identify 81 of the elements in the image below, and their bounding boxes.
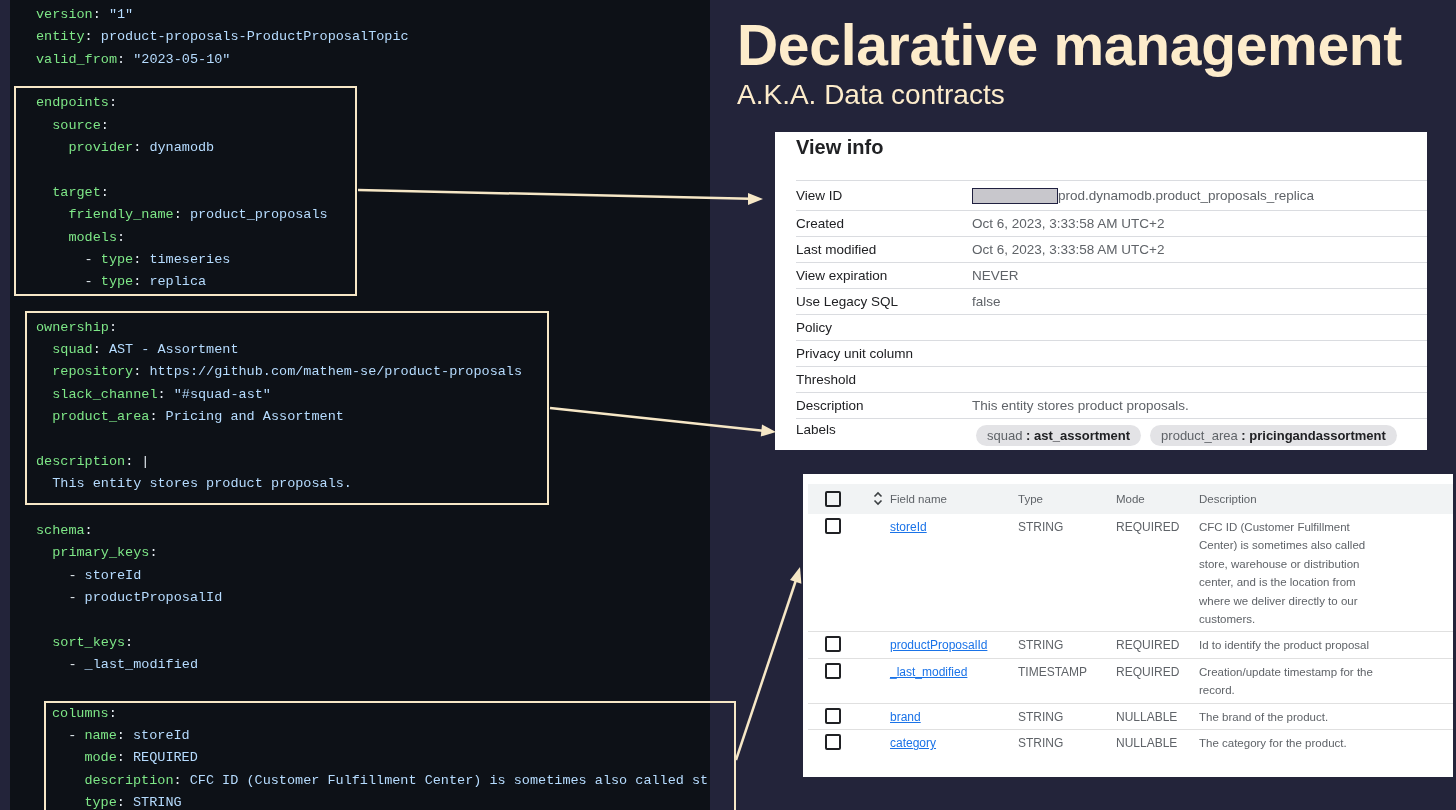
code-line: ownership: bbox=[36, 318, 119, 337]
code-line: product_area: Pricing and Assortment bbox=[51, 408, 344, 427]
field-name-link[interactable]: _last_modified bbox=[890, 665, 968, 680]
code-line: description: | bbox=[36, 453, 151, 472]
code-line: schema: bbox=[36, 521, 94, 540]
code-line: target: bbox=[51, 183, 110, 202]
code-line: sort_keys: bbox=[51, 633, 135, 652]
table-cell-text: Id to identify the product proposal bbox=[1199, 638, 1371, 654]
table-cell-text: Creation/update timestamp for the record. bbox=[1199, 665, 1374, 699]
table-cell-text: The brand of the product. bbox=[1199, 709, 1330, 725]
code-line: - name: storeId bbox=[67, 726, 190, 745]
field-label: View ID bbox=[796, 188, 844, 203]
table-cell: STRING bbox=[1018, 520, 1064, 534]
table-cell: STRING bbox=[1018, 638, 1064, 653]
table-cell: REQUIRED bbox=[1116, 638, 1180, 653]
table-cell-text: CFC ID (Customer Fulfillment Center) is sometimes also called store, warehouse or distribution center, and is the location from where we deliver directly to our customers. bbox=[1199, 520, 1367, 628]
code-line: mode: REQUIRED bbox=[83, 749, 198, 768]
card-title: View info bbox=[796, 135, 885, 160]
code-line: version: "1" bbox=[36, 6, 134, 24]
code-line: models: bbox=[67, 228, 127, 247]
field-label: Threshold bbox=[796, 372, 858, 387]
checkbox[interactable] bbox=[825, 518, 841, 534]
slide-title: Declarative management bbox=[737, 14, 1403, 76]
code-line: provider: dynamodb bbox=[67, 138, 215, 157]
field-name-link[interactable]: storeId bbox=[890, 520, 927, 534]
code-line: valid_from: "2023-05-10" bbox=[36, 50, 231, 69]
code-line: columns: bbox=[52, 704, 118, 723]
code-line: entity: product-proposals-ProductProposalTopic bbox=[36, 28, 409, 47]
code-line: - storeId bbox=[67, 566, 142, 585]
code-line: - _last_modified bbox=[67, 656, 198, 675]
code-line: squad: AST - Assortment bbox=[51, 341, 239, 360]
code-line: - productProposalId bbox=[67, 589, 223, 607]
field-name-link[interactable]: category bbox=[890, 736, 937, 751]
field-value: Oct 6, 2023, 3:33:58 AM UTC+2 bbox=[972, 242, 1165, 257]
field-label: Labels bbox=[796, 422, 837, 437]
column-header[interactable]: Type bbox=[1018, 493, 1043, 505]
code-line: This entity stores product proposals. bbox=[51, 475, 352, 494]
field-label: Last modified bbox=[796, 242, 878, 257]
table-cell: REQUIRED bbox=[1116, 665, 1180, 680]
column-header[interactable]: Field name bbox=[890, 493, 947, 505]
code-line: - type: replica bbox=[83, 273, 207, 292]
table-cell: STRING bbox=[1018, 709, 1064, 724]
field-name-link[interactable]: productProposalId bbox=[890, 638, 988, 653]
code-line: repository: https://github.com/mathem-se/product-proposals bbox=[51, 363, 523, 382]
label-chip: product_area : pricingandassortment bbox=[1150, 425, 1397, 446]
table-cell: REQUIRED bbox=[1116, 520, 1180, 534]
table-cell: TIMESTAMP bbox=[1018, 665, 1088, 680]
checkbox[interactable] bbox=[825, 636, 841, 653]
checkbox[interactable] bbox=[825, 734, 841, 751]
label-chip: squad : ast_assortment bbox=[976, 425, 1142, 446]
field-value: prod.dynamodb.product_proposals_replica bbox=[1058, 188, 1314, 203]
sort-icon[interactable] bbox=[873, 491, 883, 506]
column-header[interactable]: Description bbox=[1199, 493, 1257, 505]
code-line: slack_channel: "#squad-ast" bbox=[51, 385, 271, 404]
checkbox[interactable] bbox=[825, 663, 841, 680]
code-line: description: CFC ID (Customer Fulfillment Center) is sometimes also called st bbox=[83, 771, 709, 790]
code-line: source: bbox=[51, 116, 110, 135]
checkbox[interactable] bbox=[825, 491, 841, 507]
code-line: primary_keys: bbox=[51, 544, 159, 563]
field-label: Privacy unit column bbox=[796, 346, 915, 361]
column-header[interactable]: Mode bbox=[1116, 493, 1145, 505]
field-value: Oct 6, 2023, 3:33:58 AM UTC+2 bbox=[972, 216, 1165, 231]
field-value: This entity stores product proposals. bbox=[972, 398, 1189, 413]
field-label: Description bbox=[796, 398, 865, 413]
field-label: Use Legacy SQL bbox=[796, 294, 900, 309]
table-cell: NULLABLE bbox=[1116, 709, 1178, 724]
checkbox[interactable] bbox=[825, 707, 841, 724]
table-cell: STRING bbox=[1018, 736, 1064, 751]
slide-subtitle: A.K.A. Data contracts bbox=[737, 79, 1005, 111]
field-label: Policy bbox=[796, 320, 833, 335]
code-line: endpoints: bbox=[36, 94, 119, 113]
field-name-link[interactable]: brand bbox=[890, 709, 921, 724]
code-line: friendly_name: product_proposals bbox=[67, 206, 328, 225]
code-line: - type: timeseries bbox=[83, 250, 231, 269]
field-value: false bbox=[972, 294, 1001, 309]
table-cell: NULLABLE bbox=[1116, 736, 1178, 751]
field-value: NEVER bbox=[972, 268, 1019, 283]
field-label: View expiration bbox=[796, 268, 889, 283]
field-label: Created bbox=[796, 216, 846, 231]
code-line: type: STRING bbox=[83, 794, 182, 810]
table-cell-text: The category for the product. bbox=[1199, 736, 1348, 752]
